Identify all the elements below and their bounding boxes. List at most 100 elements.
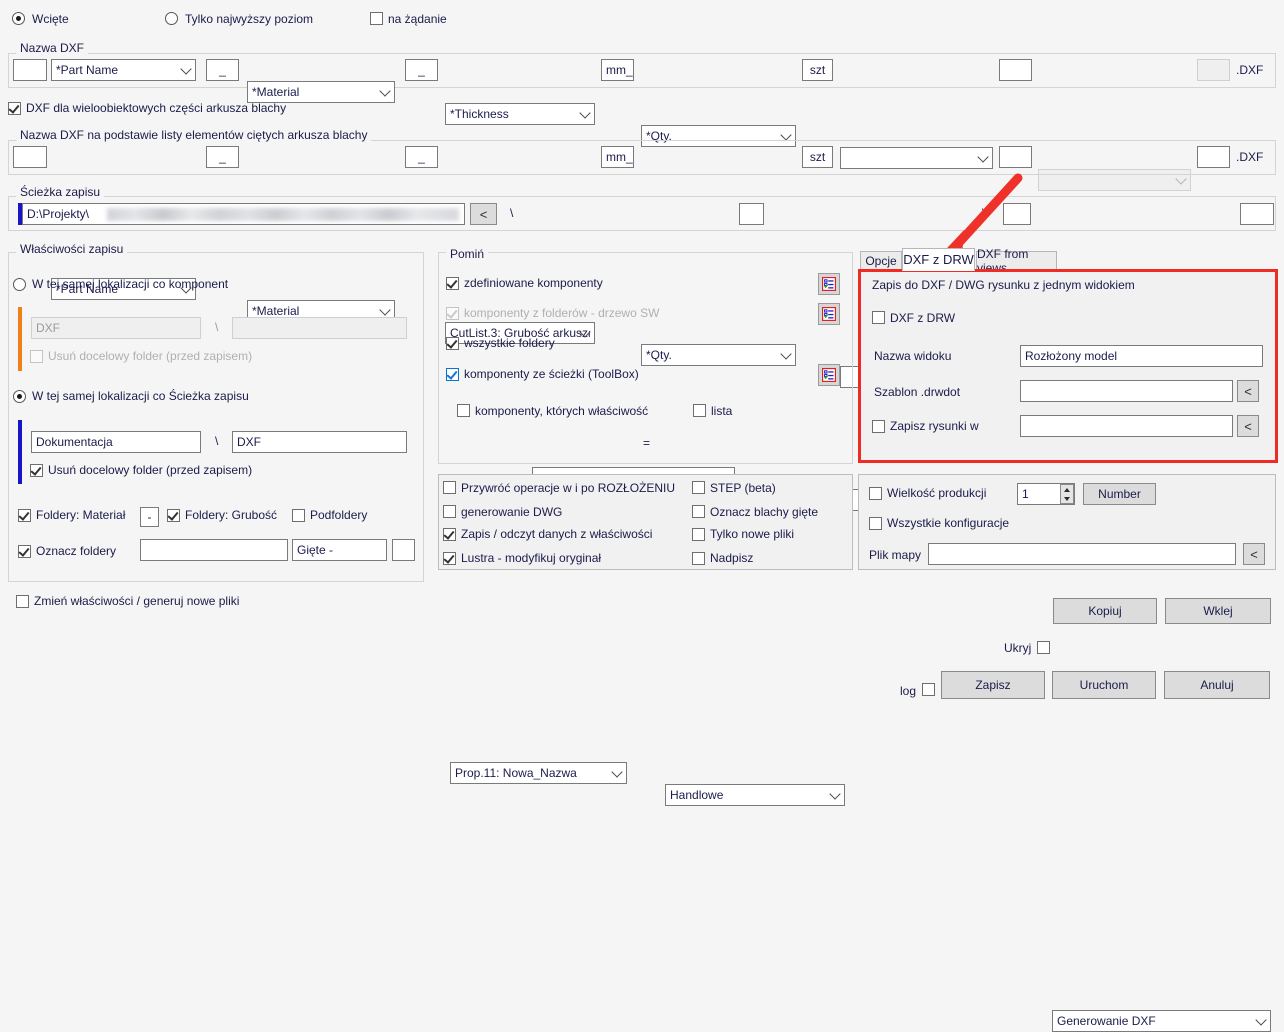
cutlist-unit-szt-input[interactable]: szt <box>802 146 833 168</box>
cutlist-prefix-input[interactable] <box>13 146 47 168</box>
checkbox-generate-dwg[interactable] <box>443 505 456 518</box>
checkbox-all-configurations[interactable] <box>869 517 882 530</box>
cutlist-sep1-input[interactable]: _ <box>206 146 239 168</box>
save-path-small-1[interactable] <box>739 203 764 225</box>
save-drawings-input[interactable] <box>1020 415 1233 437</box>
tab-dxf-z-drw[interactable]: DXF z DRW <box>902 248 975 271</box>
save-path-input[interactable]: D:\Projekty\ <box>22 203 465 225</box>
radio-same-as-save-path[interactable] <box>13 390 26 403</box>
mark-folders-input[interactable] <box>140 539 288 561</box>
view-name-input[interactable]: Rozłożony model <box>1020 345 1263 367</box>
cutlist-unit-mm-input[interactable]: mm_ <box>601 146 634 168</box>
checkbox-log[interactable] <box>922 683 935 696</box>
map-file-input[interactable] <box>928 543 1236 565</box>
save-properties-group <box>8 252 424 582</box>
checkbox-production-size[interactable] <box>869 487 882 500</box>
radio-same-as-component-label: W tej samej lokalizacji co komponent <box>32 277 229 291</box>
checkbox-on-demand[interactable] <box>370 12 383 25</box>
tab-opcje[interactable]: Opcje <box>860 251 902 271</box>
checkbox-step-beta[interactable] <box>692 481 705 494</box>
profile-combo[interactable]: Generowanie DXF <box>1052 1010 1271 1032</box>
checkbox-overwrite[interactable] <box>692 552 705 565</box>
map-file-browse-button[interactable]: < <box>1243 543 1265 565</box>
save-path-browse-button[interactable]: < <box>470 203 497 225</box>
run-button-label: Uruchom <box>1079 678 1129 692</box>
checkbox-multibody-dxf-label: DXF dla wieloobiektowych części arkusza … <box>26 101 287 115</box>
checkbox-delete-target-folder[interactable] <box>30 464 43 477</box>
tab-dxf-from-views[interactable]: DXF from views <box>976 247 1057 275</box>
checkbox-mark-bent-sheets[interactable] <box>692 505 705 518</box>
checkbox-change-properties[interactable] <box>16 595 29 608</box>
folder-separator-input[interactable]: - <box>140 507 159 527</box>
dxf-name-part-name-combo[interactable]: *Part Name <box>51 59 196 81</box>
cancel-button[interactable]: Anuluj <box>1164 671 1270 699</box>
checkbox-save-drawings-in-label: Zapisz rysunki w <box>890 419 979 433</box>
drwdot-template-browse-button[interactable]: < <box>1237 380 1259 402</box>
checkbox-components-with-property[interactable] <box>457 404 470 417</box>
checkbox-dxf-from-drw[interactable] <box>872 311 885 324</box>
save-folder-input[interactable]: Dokumentacja <box>31 431 201 453</box>
checkbox-hide[interactable] <box>1037 641 1050 654</box>
bent-small-input[interactable] <box>392 539 415 561</box>
production-size-stepper[interactable] <box>1060 484 1074 504</box>
checkbox-toolbox-components[interactable] <box>446 368 459 381</box>
dxf-name-sep1-input[interactable]: _ <box>206 59 239 81</box>
cutlist-small2-input[interactable] <box>1197 146 1230 168</box>
checkbox-list[interactable] <box>693 404 706 417</box>
save-path-small-2[interactable] <box>1003 203 1031 225</box>
save-path-browse-label: < <box>479 206 488 222</box>
save-path-redacted <box>107 208 459 221</box>
dxf-name-unit-mm-input[interactable]: mm_ <box>601 59 634 81</box>
dxf-name-thickness-combo[interactable]: *Thickness <box>445 103 595 125</box>
dxf-name-small2-input <box>1197 59 1230 81</box>
radio-same-as-component[interactable] <box>13 278 26 291</box>
log-label: log <box>900 684 917 698</box>
checkbox-defined-components[interactable] <box>446 277 459 290</box>
save-button[interactable]: Zapisz <box>941 671 1045 699</box>
checkbox-only-new-files[interactable] <box>692 528 705 541</box>
cutlist-small1-input[interactable] <box>999 146 1032 168</box>
paste-button[interactable]: Wklej <box>1165 598 1271 624</box>
skip-group-title: Pomiń <box>446 247 489 261</box>
checkbox-save-read-properties[interactable] <box>443 528 456 541</box>
stepper-down-button[interactable] <box>1061 494 1073 503</box>
stepper-up-button[interactable] <box>1061 485 1073 494</box>
checkbox-mirrors-modify-original[interactable] <box>443 552 456 565</box>
number-button[interactable]: Number <box>1083 483 1156 505</box>
skip-property-combo[interactable]: Prop.11: Nowa_Nazwa <box>450 762 627 784</box>
radio-top-level[interactable] <box>165 12 178 25</box>
dxf-name-material-combo[interactable]: *Material <box>247 81 395 103</box>
dxf-name-extension-label: .DXF <box>1236 63 1264 77</box>
checkbox-subfolders[interactable] <box>292 509 305 522</box>
checkbox-folders-material[interactable] <box>18 509 31 522</box>
dxf-name-sep2-input[interactable]: _ <box>405 59 438 81</box>
radio-indented-label: Wcięte <box>32 12 69 26</box>
toolbox-components-list-icon-button[interactable] <box>818 364 840 386</box>
checkbox-subfolders-label: Podfoldery <box>310 508 368 522</box>
cutlist-sep2-input[interactable]: _ <box>405 146 438 168</box>
dxf-name-unit-szt-input[interactable]: szt <box>802 59 833 81</box>
dxf-name-prefix-input[interactable] <box>13 59 47 81</box>
view-name-label: Nazwa widoku <box>874 349 952 363</box>
copy-button[interactable]: Kopiuj <box>1053 598 1157 624</box>
dxf-name-material-value: *Material <box>252 85 300 99</box>
copy-button-label: Kopiuj <box>1088 604 1122 618</box>
dxf-name-small1-input[interactable] <box>999 59 1032 81</box>
checkbox-folders-thickness[interactable] <box>167 509 180 522</box>
checkbox-all-folders[interactable] <box>446 337 459 350</box>
defined-components-list-icon-button[interactable] <box>818 273 840 295</box>
dxf-name-cutlist-group <box>8 140 1276 175</box>
skip-value-combo[interactable]: Handlowe <box>665 784 845 806</box>
drwdot-template-input[interactable] <box>1020 380 1233 402</box>
checkbox-save-drawings-in[interactable] <box>872 420 885 433</box>
components-from-folders-list-icon-button[interactable] <box>818 303 840 325</box>
save-drawings-browse-button[interactable]: < <box>1237 415 1259 437</box>
checkbox-restore-operations[interactable] <box>443 481 456 494</box>
save-path-small-3[interactable] <box>1240 203 1274 225</box>
bent-prefix-input[interactable]: Gięte - <box>292 539 387 561</box>
radio-indented[interactable] <box>12 12 25 25</box>
run-button[interactable]: Uruchom <box>1052 671 1156 699</box>
checkbox-mark-folders[interactable] <box>18 545 31 558</box>
checkbox-multibody-dxf[interactable] <box>8 102 21 115</box>
save-subfolder-input[interactable]: DXF <box>232 431 407 453</box>
